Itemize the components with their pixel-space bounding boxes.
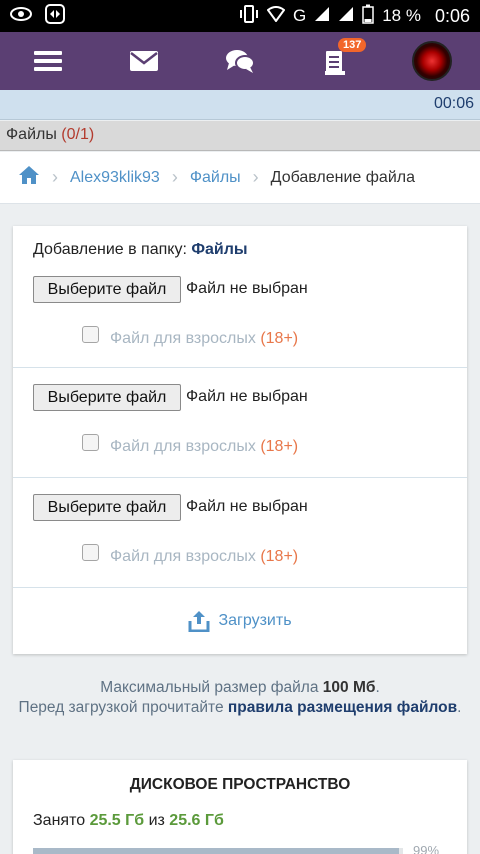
upload-info: Максимальный размер файла 100 Мб. Перед …: [13, 678, 467, 718]
wifi-icon: [266, 6, 286, 26]
mail-button[interactable]: [114, 32, 174, 90]
signal-icon-2: [338, 6, 354, 26]
status-bar: G 18 % 0:06: [0, 0, 480, 32]
vibrate-icon: [239, 5, 259, 27]
notifications-button[interactable]: 137: [306, 32, 367, 90]
file-status: Файл не выбран: [186, 388, 308, 405]
folder-line: Добавление в папку: Файлы: [33, 241, 248, 259]
disk-progress-fill: [33, 848, 400, 854]
disk-progress-bar: [33, 848, 403, 854]
mail-icon: [130, 51, 158, 71]
top-navigation: 137: [0, 32, 480, 90]
adult-label: Файл для взрослых (18+): [110, 438, 298, 456]
max-size-value: 100 Мб: [322, 679, 376, 696]
files-header[interactable]: Файлы (0/1): [0, 121, 480, 151]
upload-label: Загрузить: [218, 612, 292, 629]
chevron-right-icon: ›: [52, 167, 58, 187]
choose-file-button[interactable]: Выберите файл: [33, 276, 181, 303]
files-label: Файлы: [6, 126, 57, 143]
eye-icon: [10, 6, 32, 27]
choose-file-button[interactable]: Выберите файл: [33, 494, 181, 521]
breadcrumb-current: Добавление файла: [270, 168, 415, 186]
folder-name[interactable]: Файлы: [191, 241, 247, 258]
rules-line: Перед загрузкой прочитайте правила разме…: [13, 698, 467, 718]
menu-button[interactable]: [18, 32, 78, 90]
file-status: Файл не выбран: [186, 280, 308, 297]
adult-tag: (18+): [260, 548, 299, 565]
clock-bar: 00:06: [0, 90, 480, 120]
upload-form-card: Добавление в папку: Файлы Выберите файл …: [13, 226, 467, 654]
max-size-suffix: .: [375, 679, 380, 696]
rules-prefix: Перед загрузкой прочитайте: [18, 699, 224, 716]
adult-tag: (18+): [260, 438, 299, 455]
breadcrumb: › Alex93klik93 › Файлы › Добавление файл…: [0, 152, 480, 204]
rules-link[interactable]: правила размещения файлов: [228, 699, 457, 716]
disk-used-prefix: Занято: [33, 812, 86, 829]
disk-space-card: ДИСКОВОЕ ПРОСТРАНСТВО Занято 25.5 Гб из …: [13, 760, 467, 854]
disk-title: ДИСКОВОЕ ПРОСТРАНСТВО: [129, 776, 351, 793]
network-type: G: [292, 6, 307, 25]
notifications-badge: 137: [338, 38, 367, 52]
chat-button[interactable]: [210, 32, 270, 90]
adult-label: Файл для взрослых (18+): [110, 548, 298, 566]
adult-label-text: Файл для взрослых: [110, 438, 256, 455]
chat-icon: [226, 50, 255, 73]
file-row: Выберите файл Файл не выбран Файл для вз…: [13, 259, 467, 368]
disk-total-value: 25.6 Гб: [169, 812, 224, 829]
max-size-prefix: Максимальный размер файла: [100, 679, 319, 696]
disk-used-line: Занято 25.5 Гб из 25.6 Гб: [33, 812, 224, 830]
adult-label-text: Файл для взрослых: [110, 330, 256, 347]
adult-label: Файл для взрослых (18+): [110, 330, 298, 348]
adult-checkbox[interactable]: [82, 544, 99, 561]
battery-icon: [362, 4, 374, 28]
file-row: Выберите файл Файл не выбран Файл для вз…: [13, 368, 467, 478]
files-count: (0/1): [61, 126, 95, 143]
disk-percent: 99%: [413, 843, 440, 854]
breadcrumb-user-link[interactable]: Alex93klik93: [70, 169, 160, 187]
choose-file-button[interactable]: Выберите файл: [33, 384, 181, 411]
signal-icon: [314, 6, 330, 26]
disk-of: из: [148, 812, 165, 829]
remote-control-icon: [44, 3, 66, 30]
chevron-right-icon: ›: [171, 167, 178, 187]
hamburger-icon: [34, 51, 62, 71]
home-icon[interactable]: [18, 165, 40, 190]
avatar: [412, 41, 452, 81]
upload-icon: [188, 611, 210, 632]
file-row: Выберите файл Файл не выбран Файл для вз…: [13, 478, 467, 588]
chevron-right-icon: ›: [252, 167, 259, 187]
upload-button[interactable]: Загрузить: [13, 588, 467, 654]
file-status: Файл не выбран: [186, 498, 308, 515]
folder-prefix: Добавление в папку:: [33, 241, 187, 258]
profile-button[interactable]: [402, 32, 462, 90]
adult-checkbox[interactable]: [82, 434, 99, 451]
adult-tag: (18+): [260, 330, 299, 347]
breadcrumb-files-link[interactable]: Файлы: [190, 169, 241, 187]
status-time: 0:06: [434, 5, 470, 26]
max-size-line: Максимальный размер файла 100 Мб.: [13, 678, 467, 698]
battery-percent: 18 %: [382, 6, 421, 25]
clock-time: 00:06: [433, 95, 474, 112]
rules-suffix: .: [457, 699, 462, 716]
disk-used-value: 25.5 Гб: [89, 812, 145, 829]
adult-checkbox[interactable]: [82, 326, 99, 343]
adult-label-text: Файл для взрослых: [110, 548, 256, 565]
